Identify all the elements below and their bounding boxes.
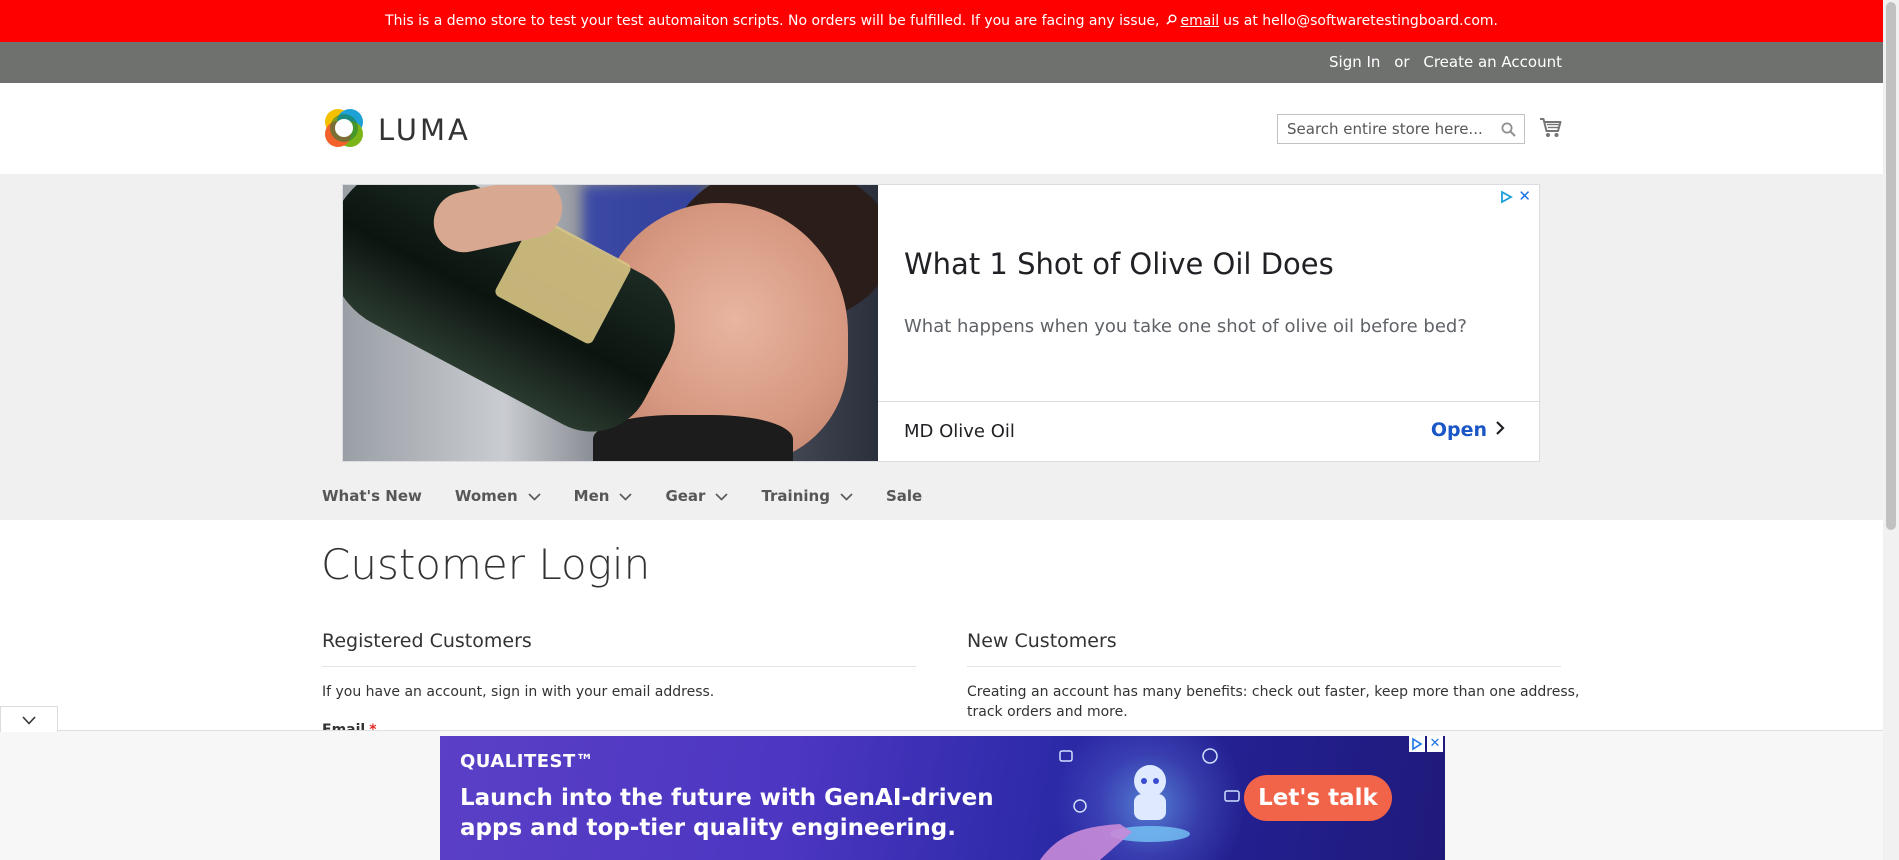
create-account-link[interactable]: Create an Account: [1423, 53, 1562, 71]
nav-item-men[interactable]: Men: [574, 487, 633, 505]
or-separator: or: [1394, 53, 1410, 71]
ad-close-icon[interactable]: ✕: [1518, 187, 1531, 205]
main-navigation: What's New Women Men Gear Training Sale: [322, 487, 955, 505]
new-customers-text-line: Creating an account has many benefits: c…: [967, 684, 1580, 700]
luma-logo-icon: [322, 106, 366, 154]
nav-item-sale[interactable]: Sale: [886, 487, 922, 505]
header-links: Sign In or Create an Account: [1329, 53, 1562, 71]
demo-notice-banner: This is a demo store to test your test a…: [0, 0, 1883, 42]
email-link[interactable]: email: [1181, 13, 1220, 29]
nav-label: What's New: [322, 487, 422, 505]
ad-image[interactable]: [343, 185, 878, 461]
ad-line[interactable]: Launch into the future with GenAI-driven: [460, 785, 994, 811]
new-customers-text-line: track orders and more.: [967, 704, 1128, 720]
cart-icon[interactable]: [1539, 117, 1562, 142]
new-customers-text: Creating an account has many benefits: c…: [967, 682, 1579, 722]
ad-divider: [878, 401, 1539, 402]
logo-link[interactable]: LUMA: [322, 106, 471, 154]
chevron-down-icon: [619, 487, 633, 505]
section-divider: [967, 666, 1561, 667]
ad-brand[interactable]: QUALITEST™: [460, 751, 594, 772]
registered-customers-title: Registered Customers: [322, 630, 532, 652]
header-panel: Sign In or Create an Account: [0, 42, 1883, 83]
lets-talk-button[interactable]: Let's talk: [1244, 775, 1392, 821]
ad-text-panel[interactable]: ✕ What 1 Shot of Olive Oil Does What hap…: [878, 185, 1539, 461]
ad-headline[interactable]: What 1 Shot of Olive Oil Does: [904, 247, 1334, 281]
chevron-down-icon: [840, 487, 853, 505]
nav-label: Training: [761, 487, 830, 505]
page-scrollbar[interactable]: [1883, 0, 1899, 860]
collapse-ad-button[interactable]: [0, 706, 58, 732]
ad-description[interactable]: What happens when you take one shot of o…: [904, 316, 1467, 337]
nav-item-gear[interactable]: Gear: [665, 487, 729, 505]
registered-customers-text: If you have an account, sign in with you…: [322, 684, 715, 700]
nav-item-whats-new[interactable]: What's New: [322, 487, 422, 505]
chevron-down-icon: [22, 710, 36, 729]
ad-graphic: [1020, 736, 1280, 860]
chevron-down-icon: [715, 487, 729, 505]
nav-label: Gear: [665, 487, 706, 505]
ad-advertiser[interactable]: MD Olive Oil: [904, 421, 1015, 442]
search-input[interactable]: [1278, 115, 1497, 143]
adchoices-icon[interactable]: [1409, 736, 1425, 752]
nav-label: Sale: [885, 487, 923, 505]
chevron-right-icon: [1495, 419, 1505, 441]
new-customers-title: New Customers: [967, 630, 1117, 652]
demo-notice-email: us at hello@softwaretestingboard.com.: [1223, 13, 1498, 29]
scrollbar-thumb[interactable]: [1886, 2, 1896, 530]
top-advertisement[interactable]: ✕ What 1 Shot of Olive Oil Does What hap…: [342, 184, 1540, 462]
demo-notice-text: This is a demo store to test your test a…: [385, 13, 1160, 29]
ad-open-button[interactable]: Open: [1431, 419, 1505, 441]
adchoices-icon[interactable]: [1499, 189, 1513, 208]
nav-label: Men: [573, 487, 610, 505]
nav-item-training[interactable]: Training: [761, 487, 853, 505]
page-title: Customer Login: [321, 540, 651, 589]
search-icon[interactable]: [1501, 122, 1516, 141]
sign-in-link[interactable]: Sign In: [1329, 53, 1380, 71]
ad-close-icon[interactable]: ✕: [1427, 736, 1443, 752]
nav-item-women[interactable]: Women: [455, 487, 541, 505]
section-divider: [322, 666, 916, 667]
search-field[interactable]: [1277, 114, 1525, 144]
ad-line[interactable]: apps and top-tier quality engineering.: [460, 815, 956, 841]
chevron-down-icon: [528, 487, 541, 505]
ad-open-label: Open: [1430, 419, 1487, 441]
logo-text: LUMA: [378, 113, 471, 147]
bottom-advertisement[interactable]: QUALITEST™ Launch into the future with G…: [440, 736, 1445, 860]
header-content: LUMA: [0, 83, 1883, 174]
magnifier-icon: [1165, 14, 1177, 28]
nav-label: Women: [454, 487, 518, 505]
